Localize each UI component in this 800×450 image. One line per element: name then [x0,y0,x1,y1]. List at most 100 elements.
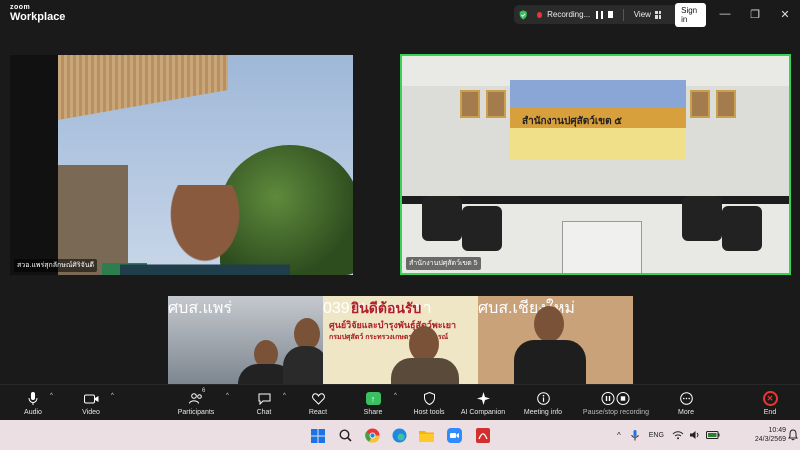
windows-start-icon[interactable] [309,427,326,444]
host-tools-button[interactable]: Host tools [408,385,450,421]
host-shield-icon [423,391,435,407]
video-background [690,90,710,118]
video-tile-strip-2[interactable]: ยินดีต้อนรับ ศูนย์วิจัยและบำรุงพันธุ์สัต… [323,296,478,384]
edge-icon[interactable] [391,427,408,444]
search-icon[interactable] [337,427,354,444]
grid-view-icon[interactable] [654,10,662,19]
video-background [722,206,762,251]
more-dots-icon [679,391,693,407]
end-x-icon: ✕ [762,391,778,406]
video-tile-strip-3[interactable]: ศบส.เชียงใหม่ [478,296,633,384]
welcome-sign-text: ศูนย์วิจัยและบำรุงพันธุ์สัตว์พะเยา [329,320,457,330]
view-button[interactable]: View [634,10,651,19]
info-icon [536,391,550,407]
brand-line2: Workplace [10,11,66,23]
meeting-info-label: Meeting info [523,408,563,416]
ai-companion-button[interactable]: AI Companion [457,385,509,421]
participant-name-label: สวอ.แพร่สุกลักษณ์ศิริจันดี [14,259,98,272]
recording-label: Pause/stop recording [582,408,650,416]
chevron-up-icon[interactable]: ^ [617,431,621,440]
zoom-window: zoom Workplace Recording... View Sign in… [0,0,800,420]
more-button[interactable]: More [672,385,700,421]
sign-in-button[interactable]: Sign in [675,2,706,27]
heart-icon [311,391,325,407]
share-options-chevron-icon[interactable]: ^ [394,393,397,399]
audio-button[interactable]: Audio [18,385,48,421]
chat-icon [258,391,271,407]
pause-recording-icon[interactable] [596,10,603,19]
participant-name-label: ศบส.แพร่ [168,300,232,317]
wifi-icon[interactable] [672,430,684,440]
chrome-icon[interactable] [364,427,381,444]
divider [622,8,624,21]
end-label: End [763,408,777,416]
minimize-button[interactable]: — [710,0,740,28]
notification-bell-icon[interactable] [787,429,799,441]
participant-name-label: สำนักงานปศุสัตว์เขต 5 [406,257,481,270]
video-button[interactable]: Video [76,385,106,421]
meeting-info-button[interactable]: Meeting info [518,385,568,421]
video-label: Video [82,408,100,416]
windows-taskbar: ^ ENG 10:49 24/3/2569 [0,420,800,450]
battery-icon[interactable] [705,431,720,439]
video-background [682,196,722,241]
participant-video-feed [391,358,459,384]
volume-icon[interactable] [689,430,701,440]
file-explorer-icon[interactable] [418,427,435,444]
title-bar: zoom Workplace Recording... View Sign in… [0,0,800,28]
video-background [462,206,502,251]
meeting-toolbar: Audio ^ Video ^ 6 Participants ^ Chat ^ [0,384,800,420]
chat-options-chevron-icon[interactable]: ^ [283,393,286,399]
system-tray: ^ ENG [617,420,720,450]
zoom-workplace-logo: zoom Workplace [10,4,65,23]
video-background [486,90,506,118]
participants-count: 6 [202,388,206,394]
encryption-shield-icon[interactable] [519,9,527,21]
pause-stop-recording-button[interactable]: Pause/stop recording [576,385,656,421]
end-icon-wrap: ✕ [762,391,778,407]
react-label: React [308,408,328,416]
participants-label: Participants [177,408,215,416]
close-button[interactable]: ✕ [770,0,800,28]
zoom-app-icon[interactable] [446,427,463,444]
stop-recording-icon[interactable] [607,11,613,18]
host-tools-label: Host tools [413,408,445,416]
welcome-sign-text: ยินดีต้อนรับ [351,300,422,316]
share-icon-wrap: ↑ [365,391,381,407]
video-background [460,90,480,118]
ai-companion-label: AI Companion [460,408,506,416]
react-button[interactable]: React [304,385,332,421]
restore-button[interactable]: ❐ [740,0,770,28]
video-tile-active-speaker[interactable]: สำนักงานปศุสัตว์เขต ๕ สำนักงานปศุสัตว์เข… [400,54,791,275]
share-button[interactable]: ↑ Share [358,385,388,421]
video-background [562,221,642,273]
more-label: More [678,408,694,416]
participant-video-feed [120,185,290,275]
end-button[interactable]: ✕ End [756,385,784,421]
video-options-chevron-icon[interactable]: ^ [111,393,114,399]
brand-line1: zoom [10,4,31,11]
video-tile-participant-1[interactable]: สวอ.แพร่สุกลักษณ์ศิริจันดี [10,55,353,275]
window-controls: — ❐ ✕ [710,0,800,28]
video-background [716,90,736,118]
system-clock[interactable]: 10:49 24/3/2569 [755,426,786,444]
chat-button[interactable]: Chat [250,385,278,421]
language-indicator[interactable]: ENG [649,432,664,439]
participant-video-feed [409,326,439,362]
participants-button[interactable]: 6 Participants [172,385,220,421]
participant-video-feed [283,346,323,384]
chat-label: Chat [256,408,272,416]
clock-time: 10:49 [768,427,786,434]
pdf-reader-icon[interactable] [474,427,491,444]
meeting-status-bar: Recording... View Sign in [514,2,706,27]
microphone-tray-icon[interactable] [631,429,639,441]
share-arrow-icon: ↑ [365,392,381,405]
sparkle-icon [476,391,490,407]
audio-label: Audio [24,408,42,416]
clock-date: 24/3/2569 [754,436,786,444]
participant-video-feed [534,306,564,342]
video-tile-strip-1[interactable]: ศบส.แพร่ [168,296,323,384]
audio-options-chevron-icon[interactable]: ^ [50,393,53,399]
participants-icon [189,391,203,407]
participants-options-chevron-icon[interactable]: ^ [226,393,229,399]
